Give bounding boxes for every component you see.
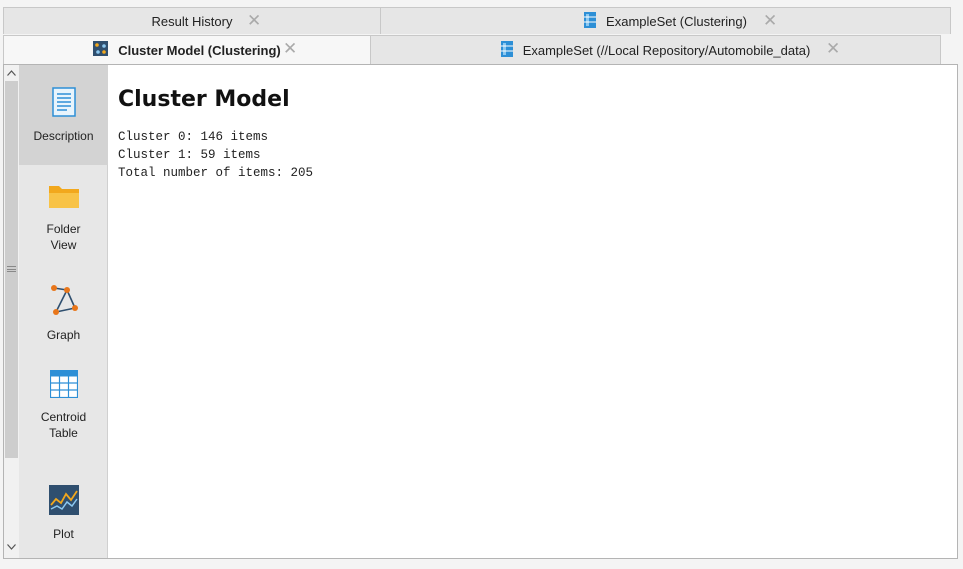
sidebar-item-folder-view[interactable]: Folder View <box>19 169 108 265</box>
cluster-model-icon <box>93 41 109 59</box>
close-icon[interactable]: ✕ <box>763 12 777 29</box>
sidebar-item-label: Centroid Table <box>40 409 87 440</box>
graph-icon <box>49 284 79 321</box>
tab-result-history[interactable]: Result History ✕ <box>3 7 381 34</box>
view-sidebar: Description Folder View Graph Centroid T… <box>19 65 108 558</box>
folder-icon <box>48 182 80 215</box>
close-icon[interactable]: ✕ <box>247 12 261 29</box>
page-title: Cluster Model <box>118 87 290 112</box>
results-panel: Description Folder View Graph Centroid T… <box>3 64 958 559</box>
plot-icon <box>48 484 79 520</box>
sidebar-item-centroid-table[interactable]: Centroid Table <box>19 357 108 453</box>
close-icon[interactable]: ✕ <box>826 40 840 57</box>
splitter-grip-icon[interactable] <box>7 266 16 272</box>
sidebar-item-label: Plot <box>53 526 74 541</box>
description-icon <box>51 86 76 122</box>
tab-label: Result History <box>151 13 233 29</box>
exampleset-icon <box>500 40 513 60</box>
tab-label: ExampleSet (Clustering) <box>606 13 747 29</box>
sidebar-item-graph[interactable]: Graph <box>19 265 108 361</box>
close-icon[interactable]: ✕ <box>283 40 297 57</box>
scroll-up-icon[interactable] <box>4 67 19 79</box>
cluster-line-0: Cluster 0: 146 items <box>118 130 269 144</box>
sidebar-item-label: Description <box>33 128 94 143</box>
exampleset-icon <box>584 11 597 31</box>
sidebar-item-label: Folder View <box>46 221 81 252</box>
table-icon <box>49 369 78 403</box>
tab-cluster-model[interactable]: Cluster Model (Clustering) ✕ <box>3 35 371 64</box>
total-items-line: Total number of items: 205 <box>118 166 314 180</box>
description-view: Cluster Model Cluster 0: 146 items Clust… <box>108 65 957 558</box>
tab-exampleset-clustering[interactable]: ExampleSet (Clustering) ✕ <box>380 7 951 34</box>
sidebar-item-label: Graph <box>46 327 81 342</box>
tab-label: ExampleSet (//Local Repository/Automobil… <box>522 42 811 58</box>
cluster-line-1: Cluster 1: 59 items <box>118 148 261 162</box>
tab-label: Cluster Model (Clustering) <box>118 42 281 58</box>
scroll-down-icon[interactable] <box>4 541 19 553</box>
sidebar-scrollbar[interactable] <box>4 65 19 558</box>
sidebar-item-plot[interactable]: Plot <box>19 465 108 561</box>
tab-exampleset-automobile[interactable]: ExampleSet (//Local Repository/Automobil… <box>370 35 941 64</box>
sidebar-item-description[interactable]: Description <box>19 65 108 165</box>
